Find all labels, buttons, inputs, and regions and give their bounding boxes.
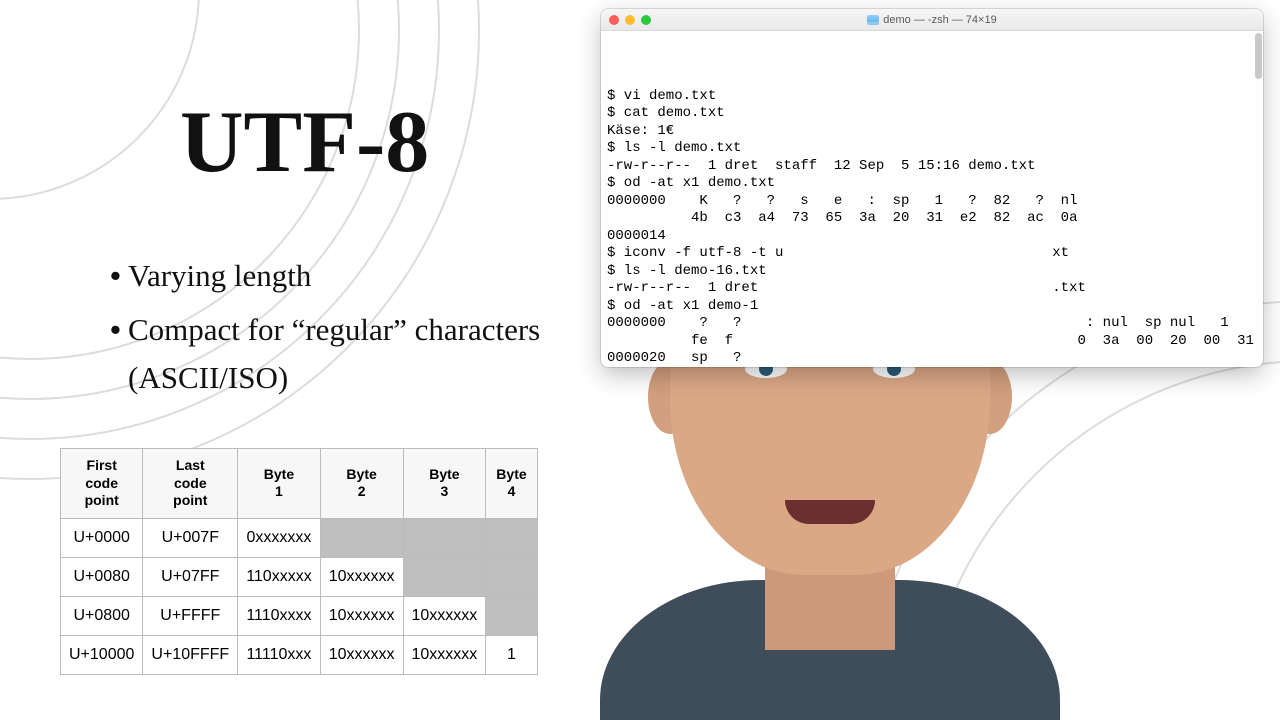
terminal-line: 0000000 K ? ? s e : sp 1 ? 82 ? nl: [607, 193, 1257, 211]
utf8-encoding-table: FirstcodepointLastcodepointByte1Byte2Byt…: [60, 448, 538, 675]
table-header: Byte4: [486, 449, 537, 519]
table-header: Firstcodepoint: [61, 449, 143, 519]
terminal-window[interactable]: demo — -zsh — 74×19 $ vi demo.txt$ cat d…: [601, 9, 1263, 367]
table-cell: 0xxxxxxx: [238, 518, 321, 557]
table-cell: 10xxxxxx: [320, 557, 403, 596]
folder-icon: [867, 15, 879, 25]
table-cell: U+07FF: [143, 557, 238, 596]
scrollbar-thumb[interactable]: [1255, 33, 1262, 79]
table-header: Byte1: [238, 449, 321, 519]
terminal-line: -rw-r--r-- 1 dret staff 12 Sep 5 15:16 d…: [607, 158, 1257, 176]
table-cell: [486, 557, 537, 596]
table-cell: U+0800: [61, 596, 143, 635]
table-cell: U+10FFFF: [143, 635, 238, 674]
table-cell: [486, 518, 537, 557]
table-cell: U+FFFF: [143, 596, 238, 635]
table-cell: 110xxxxx: [238, 557, 321, 596]
terminal-line: fe f 0 3a 00 20 00 31: [607, 333, 1257, 351]
terminal-title-text: demo — -zsh — 74×19: [883, 14, 996, 26]
terminal-titlebar[interactable]: demo — -zsh — 74×19: [601, 9, 1263, 31]
table-header: Lastcodepoint: [143, 449, 238, 519]
table-row: U+0000U+007F0xxxxxxx: [61, 518, 538, 557]
terminal-line: Käse: 1€: [607, 123, 1257, 141]
close-icon[interactable]: [609, 15, 619, 25]
terminal-line: 0000020 sp ?: [607, 350, 1257, 367]
terminal-line: -rw-r--r-- 1 dret .txt: [607, 280, 1257, 298]
bullet-item: Compact for “regular” characters (ASCII/…: [110, 306, 590, 402]
table-header: Byte2: [320, 449, 403, 519]
table-cell: [403, 557, 486, 596]
table-cell: [486, 596, 537, 635]
table-cell: 1110xxxx: [238, 596, 321, 635]
table-cell: 10xxxxxx: [320, 596, 403, 635]
table-cell: [403, 518, 486, 557]
terminal-line: 0000014: [607, 228, 1257, 246]
terminal-line: 0000000 ? ? : nul sp nul 1: [607, 315, 1257, 333]
terminal-line: $ ls -l demo.txt: [607, 140, 1257, 158]
terminal-line: $ iconv -f utf-8 -t u xt: [607, 245, 1257, 263]
table-cell: U+0000: [61, 518, 143, 557]
terminal-line: 4b c3 a4 73 65 3a 20 31 e2 82 ac 0a: [607, 210, 1257, 228]
table-cell: U+0080: [61, 557, 143, 596]
terminal-line: $ vi demo.txt: [607, 88, 1257, 106]
slide-title: UTF-8: [180, 92, 429, 193]
terminal-line: $ cat demo.txt: [607, 105, 1257, 123]
zoom-icon[interactable]: [641, 15, 651, 25]
terminal-title: demo — -zsh — 74×19: [601, 9, 1263, 31]
table-cell: 11110xxx: [238, 635, 321, 674]
table-cell: 10xxxxxx: [403, 635, 486, 674]
terminal-line: $ od -at x1 demo.txt: [607, 175, 1257, 193]
terminal-body[interactable]: $ vi demo.txt$ cat demo.txtKäse: 1€$ ls …: [601, 31, 1263, 367]
table-row: U+10000U+10FFFF11110xxx10xxxxxx10xxxxxx1: [61, 635, 538, 674]
table-header: Byte3: [403, 449, 486, 519]
terminal-line: $ ls -l demo-16.txt: [607, 263, 1257, 281]
table-cell: 10xxxxxx: [320, 635, 403, 674]
bullet-item: Varying length: [110, 252, 590, 300]
table-cell: U+007F: [143, 518, 238, 557]
table-cell: 10xxxxxx: [403, 596, 486, 635]
minimize-icon[interactable]: [625, 15, 635, 25]
table-cell: 1: [486, 635, 537, 674]
terminal-line: $ od -at x1 demo-1: [607, 298, 1257, 316]
bullet-list: Varying length Compact for “regular” char…: [110, 252, 590, 408]
table-cell: [320, 518, 403, 557]
table-cell: U+10000: [61, 635, 143, 674]
table-row: U+0080U+07FF110xxxxx10xxxxxx: [61, 557, 538, 596]
table-row: U+0800U+FFFF1110xxxx10xxxxxx10xxxxxx: [61, 596, 538, 635]
